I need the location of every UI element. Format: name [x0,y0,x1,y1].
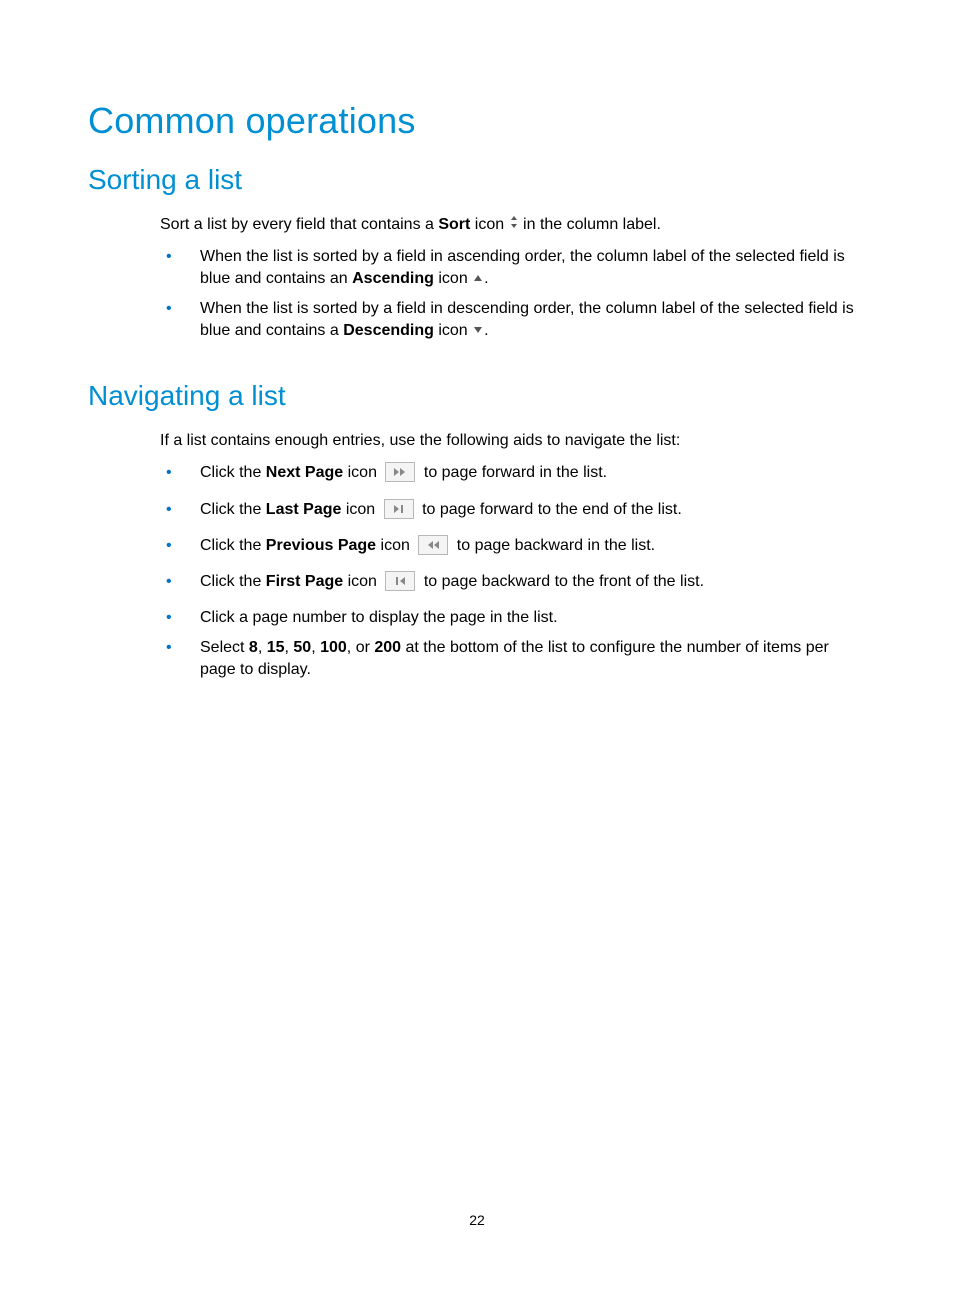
bold-descending: Descending [343,322,434,339]
bold-ascending: Ascending [352,270,434,287]
list-item: When the list is sorted by a field in de… [160,298,866,342]
sort-icon [509,216,519,233]
text: to page backward in the list. [452,537,655,554]
text: icon [343,464,381,481]
sorting-bullet-list: When the list is sorted by a field in as… [160,246,866,342]
text: Select [200,639,249,656]
text: . [484,270,488,287]
text: , [311,639,320,656]
text: , [258,639,267,656]
text: to page forward to the end of the list. [418,501,682,518]
list-item: Select 8, 15, 50, 100, or 200 at the bot… [160,637,866,681]
text: Click the [200,464,266,481]
ascending-icon [472,272,484,287]
navigating-intro: If a list contains enough entries, use t… [160,430,866,452]
page-size-200: 200 [374,639,401,656]
text: Click a page number to display the page … [200,609,558,626]
document-page: Common operations Sorting a list Sort a … [0,0,954,1296]
text: in the column label. [519,216,661,233]
text: When the list is sorted by a field in as… [200,248,845,287]
sorting-intro: Sort a list by every field that contains… [160,214,866,236]
text: icon [434,270,472,287]
page-number: 22 [0,1212,954,1228]
last-page-icon [384,499,414,519]
text: When the list is sorted by a field in de… [200,300,854,339]
text: . [484,322,488,339]
text: Click the [200,501,266,518]
descending-icon [472,324,484,339]
first-page-icon [385,571,415,591]
next-page-icon [385,462,415,482]
page-size-15: 15 [267,639,285,656]
text: Click the [200,537,266,554]
bold-last-page: Last Page [266,501,342,518]
navigating-bullet-list: Click the Next Page icon to page forward… [160,462,866,681]
bold-next-page: Next Page [266,464,343,481]
text: to page backward to the front of the lis… [419,573,704,590]
section-heading-sorting: Sorting a list [88,164,866,196]
list-item: Click the Last Page icon to page forward… [160,499,866,521]
section-body-navigating: If a list contains enough entries, use t… [160,430,866,681]
page-size-50: 50 [293,639,311,656]
bold-sort: Sort [438,216,470,233]
list-item: Click the Next Page icon to page forward… [160,462,866,484]
text: to page forward in the list. [419,464,607,481]
text: , or [347,639,375,656]
list-item: Click a page number to display the page … [160,607,866,629]
text: icon [434,322,472,339]
list-item: Click the First Page icon to page backwa… [160,571,866,593]
text: icon [470,216,508,233]
section-body-sorting: Sort a list by every field that contains… [160,214,866,342]
text: Click the [200,573,266,590]
bold-first-page: First Page [266,573,343,590]
text: icon [343,573,381,590]
section-heading-navigating: Navigating a list [88,380,866,412]
page-title: Common operations [88,100,866,142]
page-size-100: 100 [320,639,347,656]
list-item: Click the Previous Page icon to page bac… [160,535,866,557]
page-size-8: 8 [249,639,258,656]
text: icon [341,501,379,518]
text: icon [376,537,414,554]
previous-page-icon [418,535,448,555]
bold-previous-page: Previous Page [266,537,376,554]
text: Sort a list by every field that contains… [160,216,438,233]
list-item: When the list is sorted by a field in as… [160,246,866,290]
